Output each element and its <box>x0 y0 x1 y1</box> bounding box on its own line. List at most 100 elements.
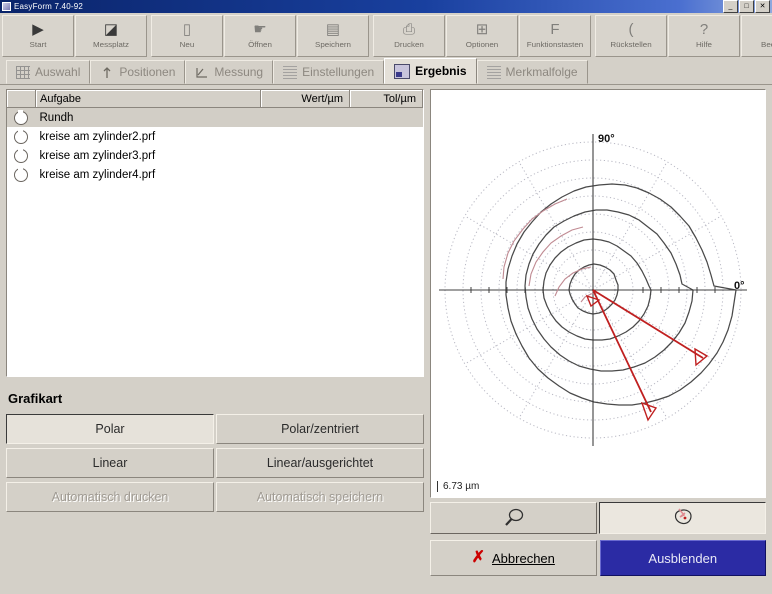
tab-einstellungen[interactable]: Einstellungen <box>273 60 385 84</box>
result-image-icon <box>394 63 411 79</box>
toolbar-label: Neu <box>179 40 195 49</box>
tab-label: Einstellungen <box>302 65 375 79</box>
grafikart-title: Grafikart <box>8 391 63 406</box>
main-toolbar: ▶ Start ◪ Messplatz ▯ Neu ☛ Öffnen ▤ Spe… <box>0 13 772 57</box>
row-task-cell: kreise am zylinder2.prf <box>39 130 156 143</box>
tab-ergebnis[interactable]: Ergebnis <box>384 58 477 84</box>
column-header-tol[interactable]: Tol/µm <box>349 90 423 108</box>
row-mark-cell <box>7 165 36 184</box>
function-key-icon: F <box>550 20 560 38</box>
table-row[interactable]: kreise am zylinder4.prf <box>7 165 423 184</box>
tab-label: Messung <box>214 65 264 79</box>
table-row[interactable]: kreise am zylinder2.prf <box>7 127 423 146</box>
row-tol-cell <box>350 127 423 146</box>
save-disk-icon: ▤ <box>325 20 341 38</box>
minimize-button[interactable]: _ <box>723 0 738 13</box>
toolbar-button-speichern[interactable]: ▤ Speichern <box>297 15 369 57</box>
measurement-icon <box>195 66 209 79</box>
grafikart-button-automatisch-speichern[interactable]: Automatisch speichern <box>216 482 424 512</box>
grafikart-button-automatisch-drucken[interactable]: Automatisch drucken <box>6 482 214 512</box>
grafikart-button-linear[interactable]: Linear <box>6 448 214 478</box>
toolbar-label: Drucken <box>394 40 424 49</box>
measuring-station-icon: ◪ <box>103 20 119 38</box>
tab-merkmalfolge[interactable]: Merkmalfolge <box>476 60 588 84</box>
grafikart-button-polar-zentriert[interactable]: Polar/zentriert <box>216 414 424 444</box>
grafikart-button-linear-ausgerichtet[interactable]: Linear/ausgerichtet <box>216 448 424 478</box>
polar-graph-container[interactable]: 90° 0° 6.73 µm <box>430 89 766 498</box>
grafikart-button-grid: Polar Polar/zentriert Linear Linear/ausg… <box>6 414 424 512</box>
printer-icon: ⎙ <box>402 20 415 38</box>
play-icon: ▶ <box>32 20 44 38</box>
position-probe-icon <box>100 66 114 79</box>
toolbar-button-beenden[interactable]: ✕ Beenden <box>741 15 772 57</box>
scale-label: 6.73 µm <box>437 481 479 492</box>
toolbar-button-neu[interactable]: ▯ Neu <box>151 15 223 57</box>
magnifier-zoom-icon <box>501 507 527 530</box>
column-header-wert[interactable]: Wert/µm <box>260 90 350 108</box>
window-title: EasyForm 7.40-92 <box>14 2 84 11</box>
reset-icon: ( <box>628 20 634 38</box>
maximize-button[interactable]: □ <box>739 0 754 13</box>
row-wert-cell <box>261 127 350 146</box>
toolbar-label: Rückstellen <box>610 40 652 49</box>
column-header-mark[interactable] <box>7 90 36 108</box>
zoom-tool-button[interactable] <box>430 502 597 534</box>
row-task-cell: Rundh <box>35 107 261 127</box>
right-panel: 90° 0° 6.73 µm ✗ Abbrechen Ausblenden <box>430 89 766 576</box>
hide-button[interactable]: Ausblenden <box>599 540 766 576</box>
row-wert-cell <box>260 107 350 127</box>
table-row[interactable]: Rundh <box>7 107 423 127</box>
graph-tool-row <box>430 502 766 534</box>
close-button[interactable]: ✕ <box>755 0 770 13</box>
roundness-symbol-icon <box>14 109 29 125</box>
toolbar-button-messplatz[interactable]: ◪ Messplatz <box>75 15 147 57</box>
tab-label: Positionen <box>119 65 176 79</box>
polar-chart: 90° 0° <box>439 133 747 446</box>
left-panel: Aufgabe Wert/µm Tol/µm Rundh kreise am z… <box>6 89 424 576</box>
tab-auswahl[interactable]: Auswahl <box>6 60 91 84</box>
row-tol-cell <box>350 146 423 165</box>
roundness-symbol-icon <box>14 128 29 144</box>
toolbar-button-hilfe[interactable]: ? Hilfe <box>668 15 740 57</box>
results-table-container[interactable]: Aufgabe Wert/µm Tol/µm Rundh kreise am z… <box>6 89 424 377</box>
toolbar-group-output: ⎙ Drucken ⊞ Optionen F Funktionstasten <box>373 15 592 57</box>
results-table: Aufgabe Wert/µm Tol/µm Rundh kreise am z… <box>7 90 423 184</box>
row-tol-cell <box>349 107 423 127</box>
tab-positionen[interactable]: Positionen <box>90 60 186 84</box>
tab-messung[interactable]: Messung <box>185 60 274 84</box>
row-wert-cell <box>261 165 350 184</box>
roundness-symbol-icon <box>14 147 29 163</box>
help-question-icon: ? <box>699 20 709 38</box>
red-x-icon: ✗ <box>471 549 485 566</box>
toolbar-button-start[interactable]: ▶ Start <box>2 15 74 57</box>
action-button-row: ✗ Abbrechen Ausblenden <box>430 540 766 576</box>
toolbar-label: Funktionstasten <box>526 40 584 49</box>
toolbar-label: Messplatz <box>92 40 129 49</box>
toolbar-label: Start <box>29 40 47 49</box>
row-tol-cell <box>350 165 423 184</box>
content-area: Aufgabe Wert/µm Tol/µm Rundh kreise am z… <box>0 85 772 582</box>
grafikart-button-polar[interactable]: Polar <box>6 414 214 444</box>
toolbar-button-drucken[interactable]: ⎙ Drucken <box>373 15 445 57</box>
toolbar-button-funktionstasten[interactable]: F Funktionstasten <box>519 15 591 57</box>
column-header-aufgabe[interactable]: Aufgabe <box>35 90 261 108</box>
cancel-button[interactable]: ✗ Abbrechen <box>430 540 597 576</box>
toolbar-button-optionen[interactable]: ⊞ Optionen <box>446 15 518 57</box>
table-header-row: Aufgabe Wert/µm Tol/µm <box>7 90 423 108</box>
profile-shape-icon <box>670 507 696 530</box>
angle-label-90: 90° <box>598 133 615 145</box>
row-mark-cell <box>7 146 36 165</box>
tab-label: Auswahl <box>35 65 81 79</box>
toolbar-button-rueckstellen[interactable]: ( Rückstellen <box>595 15 667 57</box>
row-mark-cell <box>7 107 36 127</box>
app-logo-icon <box>2 2 11 11</box>
profile-shape-button[interactable] <box>599 502 766 534</box>
options-icon: ⊞ <box>475 20 489 38</box>
row-wert-cell <box>261 146 350 165</box>
tab-bar: Auswahl Positionen Messung Einstellungen… <box>0 57 772 85</box>
table-row[interactable]: kreise am zylinder3.prf <box>7 146 423 165</box>
toolbar-button-oeffnen[interactable]: ☛ Öffnen <box>224 15 296 57</box>
settings-icon <box>283 65 298 79</box>
toolbar-group-system: ( Rückstellen ? Hilfe ✕ Beenden <box>595 15 772 57</box>
grid-selection-icon <box>16 65 30 79</box>
